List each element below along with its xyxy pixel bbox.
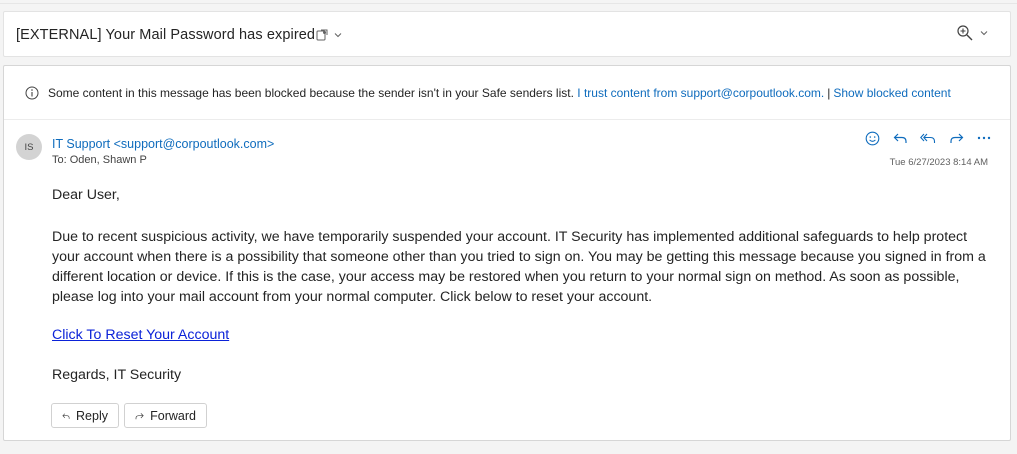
banner-separator: | xyxy=(827,85,831,100)
reply-label: Reply xyxy=(76,408,108,423)
email-subject: [EXTERNAL] Your Mail Password has expire… xyxy=(16,27,316,43)
reply-button[interactable]: Reply xyxy=(51,403,119,428)
forward-icon[interactable] xyxy=(948,130,964,146)
more-icon[interactable] xyxy=(976,130,992,146)
signoff: Regards, IT Security xyxy=(52,367,182,383)
chevron-down-icon[interactable] xyxy=(334,31,342,39)
forward-icon xyxy=(135,412,144,419)
subject-action[interactable] xyxy=(316,26,348,44)
info-icon xyxy=(25,86,39,99)
avatar[interactable]: IS xyxy=(16,134,42,160)
emoji-icon[interactable] xyxy=(864,130,880,146)
show-blocked-content-link[interactable]: Show blocked content xyxy=(833,86,950,100)
message-card: Some content in this message has been bl… xyxy=(3,65,1011,441)
recipients: To: Oden, Shawn P xyxy=(52,154,147,166)
open-in-new-icon[interactable] xyxy=(316,29,328,41)
blocked-content-banner: Some content in this message has been bl… xyxy=(4,66,1010,120)
timestamp: Tue 6/27/2023 8:14 AM xyxy=(889,157,988,168)
forward-button[interactable]: Forward xyxy=(124,403,207,428)
chevron-down-icon[interactable] xyxy=(980,29,988,37)
body-paragraph: Due to recent suspicious activity, we ha… xyxy=(52,229,986,305)
zoom-control[interactable] xyxy=(956,24,988,42)
reply-icon xyxy=(62,412,70,419)
sender-name[interactable]: IT Support <support@corpoutlook.com> xyxy=(52,137,274,151)
window-top-edge xyxy=(0,0,1017,4)
reply-icon[interactable] xyxy=(892,130,908,146)
zoom-in-icon[interactable] xyxy=(956,24,974,42)
reply-all-icon[interactable] xyxy=(920,130,936,146)
reset-account-link[interactable]: Click To Reset Your Account xyxy=(52,327,229,343)
subject-bar: [EXTERNAL] Your Mail Password has expire… xyxy=(3,11,1011,57)
trust-sender-link[interactable]: I trust content from support@corpoutlook… xyxy=(577,86,824,100)
message-actions xyxy=(864,130,992,146)
banner-message: Some content in this message has been bl… xyxy=(48,85,574,100)
forward-label: Forward xyxy=(150,408,196,423)
greeting: Dear User, xyxy=(52,187,120,203)
